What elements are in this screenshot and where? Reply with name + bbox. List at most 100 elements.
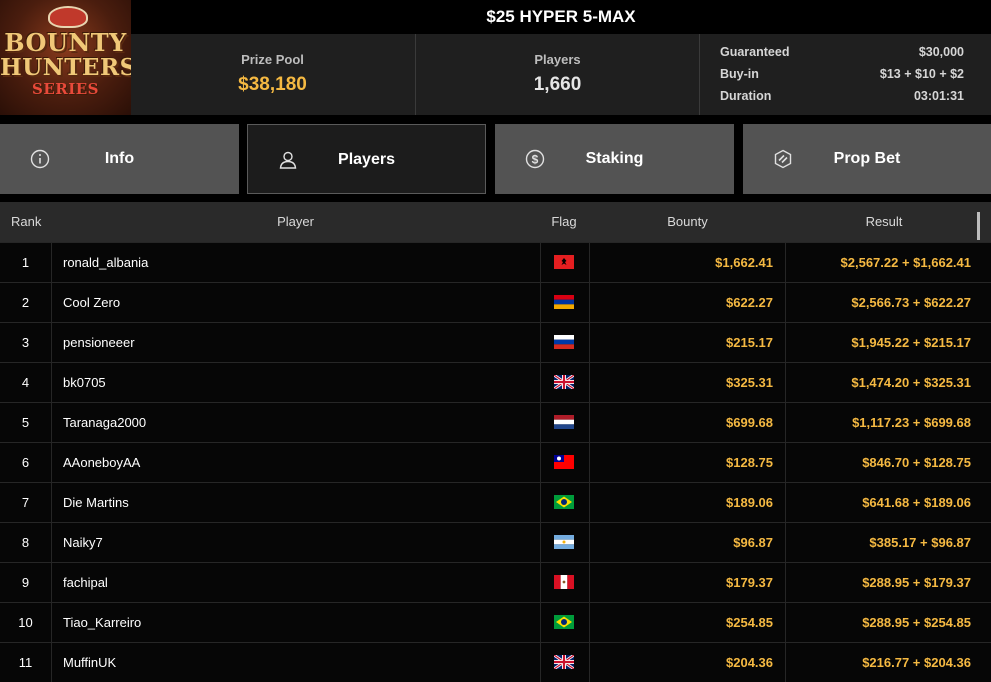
poker-chip-icon [48, 6, 88, 28]
rank-cell: 7 [0, 483, 52, 522]
logo-line-3: SERIES [31, 80, 99, 98]
tab-prop-bet[interactable]: Prop Bet [743, 124, 991, 194]
result-cell: $1,945.22 + $215.17 [851, 335, 971, 350]
bounty-hunters-logo: BOUNTY HUNTERS SERIES [0, 0, 131, 115]
united-kingdom-flag-icon [554, 655, 574, 669]
bounty-cell: $622.27 [726, 295, 773, 310]
tournament-title: $25 HYPER 5-MAX [131, 0, 991, 34]
player-name-cell: Cool Zero [63, 295, 121, 310]
player-name-cell: Tiao_Karreiro [63, 615, 142, 630]
column-header-bounty[interactable]: Bounty [590, 202, 785, 242]
detail-label: Guaranteed [720, 45, 790, 59]
result-cell: $385.17 + $96.87 [869, 535, 971, 550]
bounty-cell: $128.75 [726, 455, 773, 470]
flag-cell [540, 483, 590, 522]
result-cell: $1,474.20 + $325.31 [851, 375, 971, 390]
table-row[interactable]: 10 Tiao_Karreiro $254.85 $288.95 + $254.85 [0, 602, 991, 642]
column-header-rank[interactable]: Rank [11, 202, 41, 242]
player-name-cell: Naiky7 [63, 535, 103, 550]
rank-cell: 2 [0, 283, 52, 322]
brazil-flag-icon [554, 615, 574, 629]
flag-cell [540, 403, 590, 442]
table-row[interactable]: 6 AAoneboyAA $128.75 $846.70 + $128.75 [0, 442, 991, 482]
result-cell: $216.77 + $204.36 [862, 655, 971, 670]
tab-prop-bet-label: Prop Bet [833, 150, 901, 167]
flag-cell [540, 523, 590, 562]
column-header-flag[interactable]: Flag [540, 202, 588, 242]
tournament-header: BOUNTY HUNTERS SERIES $25 HYPER 5-MAX Pr… [0, 0, 991, 115]
player-name-cell: fachipal [63, 575, 108, 590]
table-row[interactable]: 9 fachipal $179.37 $288.95 + $179.37 [0, 562, 991, 602]
rank-cell: 11 [0, 643, 52, 682]
rank-cell: 1 [0, 243, 52, 282]
players-value: 1,660 [533, 74, 582, 95]
bounty-cell: $325.31 [726, 375, 773, 390]
table-row[interactable]: 5 Taranaga2000 $699.68 $1,117.23 + $699.68 [0, 402, 991, 442]
player-name-cell: ronald_albania [63, 255, 149, 270]
flag-cell [540, 563, 590, 602]
logo-line-2: HUNTERS [0, 54, 131, 81]
tournament-details: Guaranteed $30,000 Buy-in $13 + $10 + $2… [699, 34, 991, 115]
logo-line-1: BOUNTY [4, 28, 127, 57]
tab-players[interactable]: Players [247, 124, 486, 194]
tab-info-label: Info [104, 150, 135, 167]
rank-cell: 9 [0, 563, 52, 602]
bounty-cell: $179.37 [726, 575, 773, 590]
player-name-cell: bk0705 [63, 375, 106, 390]
result-cell: $2,566.73 + $622.27 [851, 295, 971, 310]
column-header-player[interactable]: Player [51, 202, 540, 242]
peru-flag-icon [554, 575, 574, 589]
player-name-cell: pensioneeer [63, 335, 135, 350]
rank-cell: 5 [0, 403, 52, 442]
detail-value: $13 + $10 + $2 [879, 67, 964, 81]
armenia-flag-icon [554, 295, 574, 309]
flag-cell [540, 603, 590, 642]
prize-pool-stat: Prize Pool $38,180 [131, 34, 414, 115]
result-cell: $846.70 + $128.75 [862, 455, 971, 470]
table-row[interactable]: 8 Naiky7 $96.87 $385.17 + $96.87 [0, 522, 991, 562]
rank-cell: 8 [0, 523, 52, 562]
argentina-flag-icon [554, 535, 574, 549]
united-kingdom-flag-icon [554, 375, 574, 389]
scrollbar-thumb[interactable] [977, 212, 980, 240]
flag-cell [540, 443, 590, 482]
table-row[interactable]: 7 Die Martins $189.06 $641.68 + $189.06 [0, 482, 991, 522]
players-stat: Players 1,660 [415, 34, 699, 115]
table-row[interactable]: 1 ronald_albania $1,662.41 $2,567.22 + $1,6… [0, 242, 991, 282]
table-header: Rank Player Flag Bounty Result [0, 202, 991, 242]
bounty-cell: $189.06 [726, 495, 773, 510]
flag-cell [540, 323, 590, 362]
taiwan-flag-icon [554, 455, 574, 469]
player-name-cell: MuffinUK [63, 655, 117, 670]
russia-flag-icon [554, 335, 574, 349]
bounty-cell: $254.85 [726, 615, 773, 630]
bounty-cell: $96.87 [733, 535, 773, 550]
player-name-cell: AAoneboyAA [63, 455, 141, 470]
table-row[interactable]: 4 bk0705 $325.31 $1,474.20 + $325.31 [0, 362, 991, 402]
albania-flag-icon [554, 255, 574, 269]
table-row[interactable]: 3 pensioneeer $215.17 $1,945.22 + $215.17 [0, 322, 991, 362]
flag-cell [540, 283, 590, 322]
rank-cell: 10 [0, 603, 52, 642]
table-row[interactable]: 11 MuffinUK $204.36 $216.77 + $204.36 [0, 642, 991, 682]
rank-cell: 3 [0, 323, 52, 362]
bounty-cell: $699.68 [726, 415, 773, 430]
flag-cell [540, 243, 590, 282]
bounty-cell: $215.17 [726, 335, 773, 350]
column-header-result[interactable]: Result [785, 202, 983, 242]
prize-pool-value: $38,180 [238, 74, 307, 95]
bounty-cell: $204.36 [726, 655, 773, 670]
tab-info[interactable]: Info [0, 124, 239, 194]
netherlands-flag-icon [554, 415, 574, 429]
detail-value: 03:01:31 [913, 89, 964, 103]
flag-cell [540, 363, 590, 402]
tab-staking[interactable]: $ Staking [495, 124, 734, 194]
result-cell: $1,117.23 + $699.68 [852, 415, 971, 430]
detail-label: Buy-in [720, 67, 759, 81]
prize-pool-label: Prize Pool [241, 52, 304, 67]
players-label: Players [534, 52, 581, 67]
result-cell: $288.95 + $254.85 [862, 615, 971, 630]
player-name-cell: Die Martins [63, 495, 129, 510]
flag-cell [540, 643, 590, 682]
table-row[interactable]: 2 Cool Zero $622.27 $2,566.73 + $622.27 [0, 282, 991, 322]
